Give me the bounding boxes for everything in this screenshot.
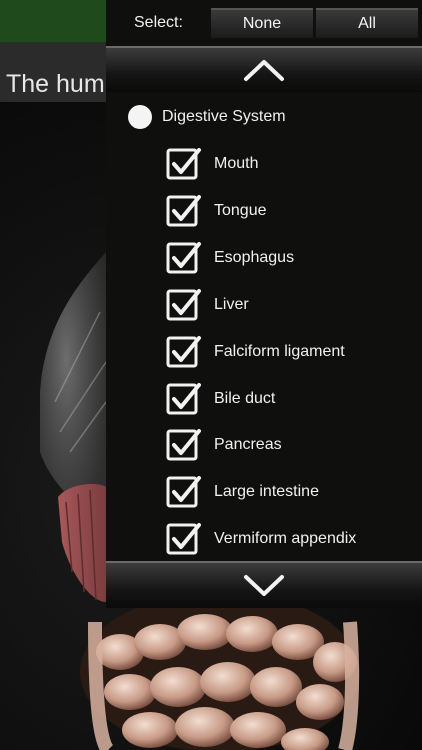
structure-item-label: Esophagus bbox=[214, 248, 295, 266]
structure-item-label: Falciform ligament bbox=[214, 342, 345, 360]
checkbox-checked-icon[interactable] bbox=[166, 381, 202, 417]
group-toggle-dot[interactable] bbox=[128, 105, 152, 129]
structure-item-label: Liver bbox=[214, 295, 249, 313]
select-bar: Select: None All bbox=[106, 0, 422, 46]
scroll-down-button[interactable] bbox=[106, 561, 422, 608]
structure-item[interactable]: Mouth bbox=[166, 146, 258, 182]
checkbox-checked-icon[interactable] bbox=[166, 193, 202, 229]
structure-item-label: Mouth bbox=[214, 155, 259, 172]
group-label: Digestive System bbox=[162, 108, 286, 125]
checkbox-checked-icon[interactable] bbox=[166, 521, 202, 557]
structure-item-label: Tongue bbox=[214, 201, 267, 219]
structure-item-label: Large intestine bbox=[214, 483, 319, 501]
group-digestive-system[interactable]: Digestive System bbox=[128, 104, 286, 130]
structure-item[interactable]: Pancreas bbox=[166, 427, 282, 463]
checkbox-checked-icon[interactable] bbox=[166, 287, 202, 323]
structure-item-label: Vermiform appendix bbox=[214, 530, 357, 548]
scroll-up-button[interactable] bbox=[106, 46, 422, 92]
select-all-button[interactable]: All bbox=[316, 8, 418, 38]
checkbox-checked-icon[interactable] bbox=[166, 240, 202, 276]
structure-item[interactable]: Bile duct bbox=[166, 381, 275, 417]
checkbox-checked-icon[interactable] bbox=[166, 427, 202, 463]
checkbox-checked-icon[interactable] bbox=[166, 474, 202, 510]
structure-list: Digestive System Mouth Tongue Esophagus Liv… bbox=[106, 94, 422, 560]
chevron-up-icon bbox=[244, 60, 284, 81]
background-title: The hum bbox=[6, 70, 105, 98]
background-toolbar bbox=[0, 0, 106, 42]
structure-item[interactable]: Esophagus bbox=[166, 240, 294, 276]
chevron-down-icon bbox=[244, 574, 284, 596]
select-none-button[interactable]: None bbox=[211, 8, 313, 38]
structure-item[interactable]: Tongue bbox=[166, 193, 267, 229]
structure-item[interactable]: Vermiform appendix bbox=[166, 521, 356, 557]
structure-item-label: Bile duct bbox=[214, 389, 276, 407]
structure-item-label: Pancreas bbox=[214, 436, 282, 454]
structure-selection-panel: Select: None All Digestive System Mouth T… bbox=[106, 0, 422, 608]
structure-item[interactable]: Liver bbox=[166, 287, 249, 323]
structure-item[interactable]: Falciform ligament bbox=[166, 334, 345, 370]
select-label: Select: bbox=[134, 14, 183, 31]
checkbox-checked-icon[interactable] bbox=[166, 334, 202, 370]
structure-item[interactable]: Large intestine bbox=[166, 474, 319, 510]
checkbox-checked-icon[interactable] bbox=[166, 146, 202, 182]
